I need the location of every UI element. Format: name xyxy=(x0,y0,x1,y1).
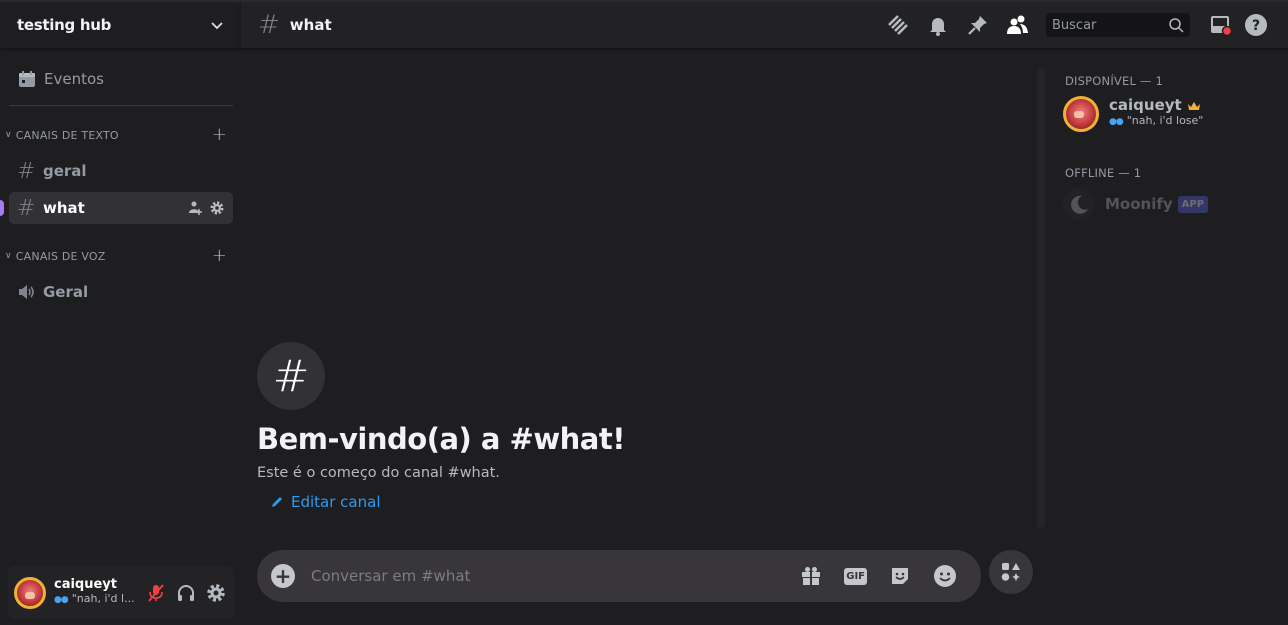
user-avatar[interactable] xyxy=(14,576,46,609)
member-item[interactable]: Moonify APP xyxy=(1063,182,1288,226)
threads-button[interactable] xyxy=(878,13,918,37)
selected-indicator xyxy=(0,200,4,216)
member-item[interactable]: caiqueyt ●● "nah, i'd lose" xyxy=(1063,92,1288,136)
edit-channel-link[interactable]: Editar canal xyxy=(270,493,625,511)
apps-icon xyxy=(1001,563,1020,581)
text-channel-icon: # xyxy=(258,10,280,40)
mic-muted-icon[interactable] xyxy=(146,583,166,603)
inbox-icon xyxy=(1211,16,1233,37)
status-emoji-icon: ●● xyxy=(54,595,69,605)
server-header[interactable]: testing hub xyxy=(0,2,241,49)
speaker-icon xyxy=(19,285,34,299)
members-icon xyxy=(1007,15,1028,34)
calendar-icon xyxy=(19,71,35,87)
server-name: testing hub xyxy=(17,16,112,34)
chevron-down-icon: ∨ xyxy=(5,130,12,140)
member-list: DISPONÍVEL — 1 caiqueyt ●● "nah, i'd lose… xyxy=(1048,50,1288,625)
member-status: "nah, i'd lose" xyxy=(1126,114,1204,127)
pinned-messages-button[interactable] xyxy=(958,14,998,36)
channel-item-voice-geral[interactable]: Geral xyxy=(9,276,233,308)
user-name: caiqueyt xyxy=(54,577,118,592)
chat-area: # Bem-vindo(a) a #what! Este é o começo … xyxy=(241,50,1048,625)
member-list-button[interactable] xyxy=(998,14,1038,36)
user-info[interactable]: caiqueyt ●● "nah, i'd l... xyxy=(54,578,146,607)
search-placeholder: Buscar xyxy=(1052,17,1097,33)
notifications-button[interactable] xyxy=(918,14,958,36)
invite-member-icon[interactable] xyxy=(187,200,203,216)
channel-header: # what Buscar ? xyxy=(241,2,1288,49)
search-input[interactable]: Buscar xyxy=(1046,13,1190,37)
gear-icon[interactable] xyxy=(209,200,225,216)
message-composer[interactable]: + Conversar em #what GIF xyxy=(257,550,981,602)
pin-icon xyxy=(968,16,987,35)
user-status: "nah, i'd l... xyxy=(71,592,135,605)
chat-scrollbar[interactable] xyxy=(1037,68,1045,528)
pencil-icon xyxy=(272,497,282,507)
channel-name: Geral xyxy=(43,283,89,301)
member-avatar xyxy=(1063,188,1095,220)
crown-icon xyxy=(1187,101,1200,110)
help-icon: ? xyxy=(1245,14,1267,36)
welcome-title: Bem-vindo(a) a #what! xyxy=(257,422,625,456)
category-text: ∨ CANAIS DE TEXTO + # geral # what xyxy=(0,123,241,224)
member-name: Moonify xyxy=(1105,194,1173,213)
channel-hash-icon: # xyxy=(257,342,325,410)
inbox-button[interactable] xyxy=(1204,13,1238,37)
chevron-down-icon: ∨ xyxy=(5,251,12,261)
user-settings-gear-icon[interactable] xyxy=(206,583,226,603)
app-badge: APP xyxy=(1177,195,1209,213)
member-name: caiqueyt xyxy=(1109,96,1182,114)
text-channel-icon: # xyxy=(17,158,36,184)
member-group-online: DISPONÍVEL — 1 xyxy=(1065,74,1163,88)
category-label: CANAIS DE TEXTO xyxy=(15,128,119,142)
member-avatar xyxy=(1063,96,1099,132)
moon-icon xyxy=(1071,195,1088,214)
category-label: CANAIS DE VOZ xyxy=(15,249,106,263)
gif-button[interactable]: GIF xyxy=(844,567,867,585)
channel-item-what[interactable]: # what xyxy=(0,192,233,224)
message-input-placeholder: Conversar em #what xyxy=(311,567,471,585)
category-header-voice[interactable]: ∨ CANAIS DE VOZ + xyxy=(0,244,241,268)
add-channel-icon[interactable]: + xyxy=(212,247,227,265)
user-panel: caiqueyt ●● "nah, i'd l... xyxy=(8,566,234,619)
welcome-subtitle: Este é o começo do canal #what. xyxy=(257,465,500,481)
apps-button[interactable] xyxy=(989,550,1033,594)
events-button[interactable]: Eventos xyxy=(8,59,233,99)
chevron-down-icon xyxy=(211,22,223,30)
channel-item-geral[interactable]: # geral xyxy=(9,155,233,187)
events-label: Eventos xyxy=(44,70,104,88)
text-channel-icon: # xyxy=(17,195,36,221)
gift-icon[interactable] xyxy=(800,565,822,587)
svg-text:?: ? xyxy=(1252,18,1260,34)
headphones-icon[interactable] xyxy=(176,583,196,603)
channel-sidebar: testing hub Eventos ∨ CANAIS DE TEXTO + #… xyxy=(0,2,241,625)
bell-icon xyxy=(930,18,946,36)
help-button[interactable]: ? xyxy=(1238,13,1274,37)
channel-title: what xyxy=(289,16,332,34)
upload-plus-button[interactable]: + xyxy=(271,564,295,588)
channel-name: what xyxy=(43,199,85,217)
member-group-offline: OFFLINE — 1 xyxy=(1065,166,1142,180)
add-channel-icon[interactable]: + xyxy=(212,126,227,144)
category-voice: ∨ CANAIS DE VOZ + Geral xyxy=(0,244,241,308)
emoji-icon[interactable] xyxy=(933,564,957,588)
sticker-icon[interactable] xyxy=(889,565,911,587)
threads-icon xyxy=(888,15,908,35)
channel-name: geral xyxy=(43,162,87,180)
search-icon xyxy=(1169,18,1184,33)
channel-welcome: # Bem-vindo(a) a #what! Este é o começo … xyxy=(257,342,625,511)
edit-channel-label: Editar canal xyxy=(291,493,381,511)
category-header-text[interactable]: ∨ CANAIS DE TEXTO + xyxy=(0,123,241,147)
status-emoji-icon: ●● xyxy=(1109,117,1124,127)
sidebar-divider xyxy=(9,105,233,106)
